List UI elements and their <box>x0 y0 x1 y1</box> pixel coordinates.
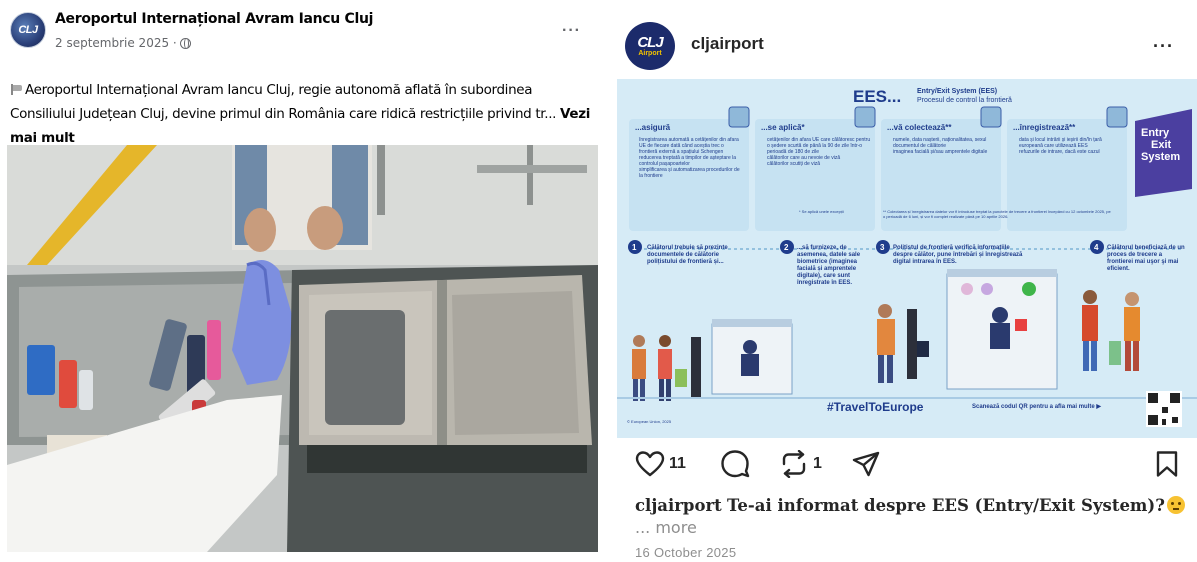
col1-heading: ...asigură <box>635 123 671 132</box>
hashtag-label: #TravelToEurope <box>827 400 924 414</box>
facebook-post-body: Aeroportul Internațional Avram Iancu Clu… <box>10 82 557 122</box>
col4-heading: ...înregistrează** <box>1013 123 1076 132</box>
repost-icon <box>782 450 806 478</box>
infographic-subtitle-2: Procesul de control la frontieră <box>917 97 1012 104</box>
screenshot-canvas: CLJ Aeroportul Internațional Avram Iancu… <box>0 0 1197 562</box>
reposts-count[interactable]: 1 <box>813 455 822 473</box>
comment-button[interactable] <box>720 450 750 478</box>
save-button[interactable] <box>1154 450 1180 478</box>
facebook-post-meta: 2 septembrie 2025 · <box>55 36 191 50</box>
copyright-note: © European Union, 2025 <box>627 419 672 424</box>
step1-number: 1 <box>632 243 637 252</box>
instagram-post-date: 16 October 2025 <box>635 545 737 560</box>
facebook-post-text: Aeroportul Internațional Avram Iancu Clu… <box>10 78 590 150</box>
step2-text: ...să furnizeze, de asemenea, datele sal… <box>797 245 861 286</box>
badge-entry: Entry <box>1141 127 1170 139</box>
instagram-avatar[interactable]: CLJ Airport <box>625 22 675 70</box>
step3-number: 3 <box>880 243 885 252</box>
caption-more-link[interactable]: ... more <box>635 518 697 537</box>
avatar-logo-airport: Airport <box>638 49 662 57</box>
col1-item: reducerea treptată a timpilor de aștepta… <box>639 155 736 167</box>
instagram-caption: cljairport Te-ai informat despre EES (En… <box>635 495 1185 539</box>
step2-number: 2 <box>784 243 789 252</box>
avatar-logo-clj: CLJ <box>637 33 663 51</box>
col2-item: cetățenilor din afara UE care călătoresc… <box>767 137 871 155</box>
step3-text: Polițistul de frontieră verifică informa… <box>893 245 1023 265</box>
badge-system: System <box>1141 151 1181 163</box>
comment-icon <box>721 450 750 478</box>
caption-username[interactable]: cljairport <box>635 496 722 515</box>
facebook-page-avatar[interactable]: CLJ <box>10 12 46 48</box>
share-button[interactable] <box>851 450 881 478</box>
col2-list: cetățenilor din afara UE care călătoresc… <box>767 137 871 167</box>
col1-item: simplificarea și automatizarea proceduri… <box>639 167 740 179</box>
col3-item: imaginea facială și/sau amprentele digit… <box>893 149 988 155</box>
col3-heading: ...vă colectează** <box>887 123 952 132</box>
col1-item: înregistrarea automată a cetățenilor din… <box>639 137 739 155</box>
caption-text: Te-ai informat despre EES (Entry/Exit Sy… <box>727 496 1165 515</box>
ees-badge: Entry Exit System <box>1141 127 1180 163</box>
facebook-post-photo[interactable] <box>7 145 598 552</box>
share-icon <box>852 451 880 477</box>
thinking-face-icon <box>1166 496 1185 514</box>
note-1: * Se aplică unele excepții <box>799 209 844 214</box>
col2-heading: ...se aplică* <box>761 123 805 132</box>
heart-icon <box>635 451 665 477</box>
col1-list: înregistrarea automată a cetățenilor din… <box>639 137 743 179</box>
facebook-more-button[interactable]: ··· <box>562 22 581 40</box>
note-2: ** Colectarea și înregistrarea datelor v… <box>883 209 1111 219</box>
col2-item: călătorilor scutiți de viză <box>767 161 821 167</box>
facebook-page-name[interactable]: Aeroportul Internațional Avram Iancu Clu… <box>55 11 373 27</box>
repost-button[interactable]: 1 <box>779 450 822 478</box>
col4-list: data și locul intrării și ieșirii din/în… <box>1019 137 1123 155</box>
globe-icon <box>179 37 191 49</box>
col3-list: numele, data nașterii, naționalitatea, s… <box>893 137 997 155</box>
col4-item: refuzurile de intrare, dacă este cazul <box>1019 149 1100 155</box>
likes-count[interactable]: 11 <box>669 455 686 473</box>
qr-caption: Scanează codul QR pentru a afla mai mult… <box>972 404 1101 410</box>
infographic-title: EES... <box>853 87 902 106</box>
ees-infographic[interactable]: EES... Entry/Exit System (EES) Procesul … <box>617 79 1197 438</box>
like-button[interactable]: 11 <box>635 450 686 478</box>
badge-exit: Exit <box>1151 139 1172 151</box>
facebook-post-date[interactable]: 2 septembrie 2025 · <box>55 36 177 50</box>
instagram-more-button[interactable]: ··· <box>1153 36 1174 57</box>
infographic-subtitle-1: Entry/Exit System (EES) <box>917 88 998 95</box>
security-check-photo <box>7 145 598 552</box>
qr-code-icon[interactable] <box>1147 391 1183 427</box>
flag-icon <box>10 84 23 95</box>
facebook-post: CLJ Aeroportul Internațional Avram Iancu… <box>0 0 600 562</box>
bookmark-icon <box>1156 451 1178 477</box>
instagram-action-bar: 11 1 <box>609 450 1197 484</box>
step4-text: Călătorul beneficiază de un proces de tr… <box>1107 245 1185 272</box>
step4-number: 4 <box>1094 243 1099 252</box>
instagram-post: CLJ Airport cljairport ··· EES... Entry/… <box>609 0 1197 562</box>
col4-item: data și locul intrării și ieșirii din/în… <box>1019 137 1102 149</box>
step1-text: Călătorul trebuie să prezinte documentel… <box>647 245 728 265</box>
instagram-username[interactable]: cljairport <box>691 34 764 54</box>
